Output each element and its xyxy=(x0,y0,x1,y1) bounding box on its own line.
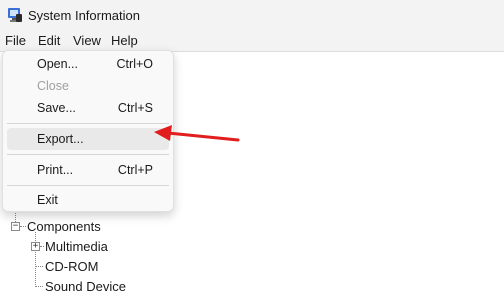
menu-item-label: Save... xyxy=(37,101,76,115)
tree-connector xyxy=(35,286,43,287)
menu-item-shortcut: Ctrl+P xyxy=(117,163,153,177)
menu-separator xyxy=(7,123,169,124)
menu-item-label: Open... xyxy=(37,57,78,71)
tree-item-cd-rom[interactable]: CD-ROM xyxy=(45,259,98,274)
menu-separator xyxy=(7,154,169,155)
tree-item-multimedia[interactable]: Multimedia xyxy=(45,239,108,254)
tree-item-sound-device[interactable]: Sound Device xyxy=(45,279,126,294)
system-information-icon xyxy=(8,8,22,22)
expand-multimedia-icon[interactable]: + xyxy=(31,242,40,251)
tree-connector xyxy=(20,226,26,227)
tree-connector xyxy=(35,266,43,267)
file-menu-dropdown: Open... Ctrl+O Close Save... Ctrl+S Expo… xyxy=(2,50,174,212)
collapse-components-icon[interactable]: − xyxy=(11,222,20,231)
menu-item-label: Exit xyxy=(37,193,58,207)
tree-item-components[interactable]: Components xyxy=(27,219,101,234)
window-title: System Information xyxy=(28,8,140,23)
menu-item-label: Close xyxy=(37,79,69,93)
menu-item-close: Close xyxy=(7,75,169,97)
menu-item-open[interactable]: Open... Ctrl+O xyxy=(7,53,169,75)
menu-item-print[interactable]: Print... Ctrl+P xyxy=(7,159,169,181)
menu-edit[interactable]: Edit xyxy=(36,32,62,49)
menu-item-save[interactable]: Save... Ctrl+S xyxy=(7,97,169,119)
title-bar: System Information xyxy=(0,0,504,30)
menu-item-label: Export... xyxy=(37,132,84,146)
menu-item-export[interactable]: Export... xyxy=(7,128,169,150)
menu-item-shortcut: Ctrl+S xyxy=(117,101,153,115)
menu-file[interactable]: File xyxy=(3,32,28,49)
menu-item-exit[interactable]: Exit xyxy=(7,189,169,211)
red-arrow-icon xyxy=(154,125,240,142)
menu-separator xyxy=(7,185,169,186)
menu-view[interactable]: View xyxy=(71,32,103,49)
menu-item-label: Print... xyxy=(37,163,74,177)
menu-item-shortcut: Ctrl+O xyxy=(116,57,153,71)
menu-help[interactable]: Help xyxy=(109,32,140,49)
tree-connector xyxy=(40,246,44,247)
menu-bar: File Edit View Help xyxy=(0,30,504,52)
